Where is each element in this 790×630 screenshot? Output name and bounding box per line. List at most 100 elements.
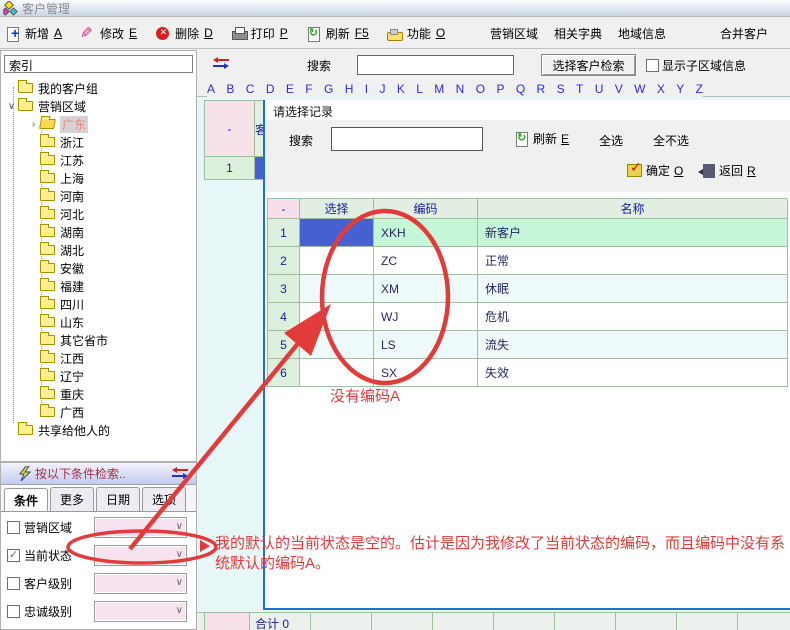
filter-checkbox[interactable] <box>7 549 20 562</box>
main-search-input[interactable] <box>357 55 514 75</box>
folder-icon <box>40 173 55 183</box>
toolbar-link[interactable]: 地域信息 <box>618 25 666 42</box>
toolbar-button[interactable]: 修改E <box>80 25 137 42</box>
tree-item[interactable]: 湖北 <box>1 241 196 259</box>
toolbar-button[interactable]: 新增A <box>5 25 62 42</box>
letter-link[interactable]: O <box>476 82 485 96</box>
folder-icon <box>40 191 55 201</box>
header-cell: - <box>268 199 300 219</box>
letter-link[interactable]: H <box>345 82 354 96</box>
tree-item[interactable]: 上海 <box>1 169 196 187</box>
toolbar-button[interactable]: 删除D <box>155 25 213 42</box>
select-cell[interactable] <box>300 275 374 303</box>
tree-item[interactable]: 河北 <box>1 205 196 223</box>
tree-item[interactable]: 福建 <box>1 277 196 295</box>
letter-link[interactable]: R <box>537 82 546 96</box>
letter-link[interactable]: F <box>305 82 312 96</box>
swap-arrows-icon[interactable] <box>213 57 229 69</box>
toolbar-button-mnemonic: P <box>280 26 288 40</box>
letter-link[interactable]: W <box>634 82 645 96</box>
filter-tab[interactable]: 日期 <box>96 487 140 511</box>
toolbar-link[interactable]: 合并客户 <box>720 25 768 42</box>
tree-expand-icon[interactable]: › <box>27 119 40 130</box>
select-cell[interactable] <box>300 219 374 247</box>
filter-tab[interactable]: 更多 <box>50 487 94 511</box>
tree-item[interactable]: 重庆 <box>1 385 196 403</box>
letter-link[interactable]: N <box>456 82 465 96</box>
letter-link[interactable]: P <box>496 82 504 96</box>
filter-dropdown[interactable]: ∨ <box>94 601 187 622</box>
filter-checkbox[interactable] <box>7 521 20 534</box>
table-row[interactable]: 4 WJ 危机 <box>268 303 788 331</box>
select-cell[interactable] <box>300 331 374 359</box>
select-cell[interactable] <box>300 247 374 275</box>
letter-link[interactable]: D <box>266 82 275 96</box>
tree-item[interactable]: 浙江 <box>1 133 196 151</box>
show-subregion-checkbox[interactable] <box>646 59 659 72</box>
filter-checkbox[interactable] <box>7 577 20 590</box>
table-row[interactable]: 5 LS 流失 <box>268 331 788 359</box>
tree-item[interactable]: 我的客户组 <box>1 79 196 97</box>
letter-link[interactable]: Y <box>676 82 684 96</box>
letter-link[interactable]: M <box>434 82 444 96</box>
filter-checkbox[interactable] <box>7 605 20 618</box>
tree-item[interactable]: › 广东 <box>1 115 196 133</box>
filter-tab[interactable]: 选项 <box>142 487 186 511</box>
table-row[interactable]: 3 XM 休眠 <box>268 275 788 303</box>
dialog-search-input[interactable] <box>331 127 483 151</box>
select-customer-search-button[interactable]: 选择客户检索 <box>541 54 636 76</box>
letter-link[interactable]: S <box>557 82 565 96</box>
tree-item[interactable]: 江西 <box>1 349 196 367</box>
toolbar-button[interactable]: 打印P <box>231 25 288 42</box>
toolbar-button[interactable]: 刷新F5 <box>306 25 369 42</box>
tree-item[interactable]: 广西 <box>1 403 196 421</box>
table-row[interactable]: 6 SX 失效 <box>268 359 788 387</box>
letter-link[interactable]: V <box>615 82 623 96</box>
select-cell[interactable] <box>300 359 374 387</box>
table-row[interactable]: 2 ZC 正常 <box>268 247 788 275</box>
letter-link[interactable]: C <box>246 82 255 96</box>
refresh-button[interactable]: 刷新E <box>515 130 569 147</box>
ok-button[interactable]: 确定 O <box>627 162 683 179</box>
letter-link[interactable]: X <box>657 82 665 96</box>
tree-item[interactable]: ∨ 营销区域 <box>1 97 196 115</box>
filter-row: 忠诚级别 ∨ <box>1 597 196 625</box>
select-all-button[interactable]: 全选 <box>599 132 623 149</box>
filter-dropdown[interactable]: ∨ <box>94 517 187 538</box>
letter-link[interactable]: Z <box>696 82 703 96</box>
letter-link[interactable]: L <box>416 82 423 96</box>
select-none-button[interactable]: 全不选 <box>653 132 689 149</box>
tree-item[interactable]: 安徽 <box>1 259 196 277</box>
tree-item[interactable]: 江苏 <box>1 151 196 169</box>
letter-link[interactable]: K <box>397 82 405 96</box>
toolbar-button[interactable]: 功能O <box>387 25 445 42</box>
tree-item[interactable]: 湖南 <box>1 223 196 241</box>
toolbar-link[interactable]: 相关字典 <box>554 25 602 42</box>
letter-link[interactable]: A <box>207 82 215 96</box>
letter-link[interactable]: I <box>365 82 368 96</box>
letter-link[interactable]: U <box>595 82 604 96</box>
back-button[interactable]: 返回 R <box>703 162 756 179</box>
select-cell[interactable] <box>300 303 374 331</box>
table-row[interactable]: 1 XKH 新客户 <box>268 219 788 247</box>
tree-item[interactable]: 河南 <box>1 187 196 205</box>
code-cell: XM <box>374 275 478 303</box>
tree-item[interactable]: 辽宁 <box>1 367 196 385</box>
filter-dropdown[interactable]: ∨ <box>94 545 187 566</box>
letter-link[interactable]: J <box>379 82 385 96</box>
tree-item[interactable]: 四川 <box>1 295 196 313</box>
letter-link[interactable]: E <box>286 82 294 96</box>
tree-item[interactable]: 山东 <box>1 313 196 331</box>
letter-link[interactable]: G <box>324 82 333 96</box>
filter-tab[interactable]: 条件 <box>4 488 48 511</box>
filter-dropdown[interactable]: ∨ <box>94 573 187 594</box>
swap-arrows-icon[interactable] <box>172 467 188 479</box>
tree-expand-icon[interactable]: ∨ <box>5 101 18 112</box>
toolbar-link[interactable]: 营销区域 <box>490 25 538 42</box>
letter-link[interactable]: B <box>226 82 234 96</box>
tree-item[interactable]: 共享给他人的 <box>1 421 196 439</box>
letter-link[interactable]: Q <box>516 82 525 96</box>
tree-item[interactable]: 其它省市 <box>1 331 196 349</box>
toolbar-links: 营销区域 相关字典 地域信息 合并客户 <box>490 18 768 49</box>
letter-link[interactable]: T <box>576 82 583 96</box>
